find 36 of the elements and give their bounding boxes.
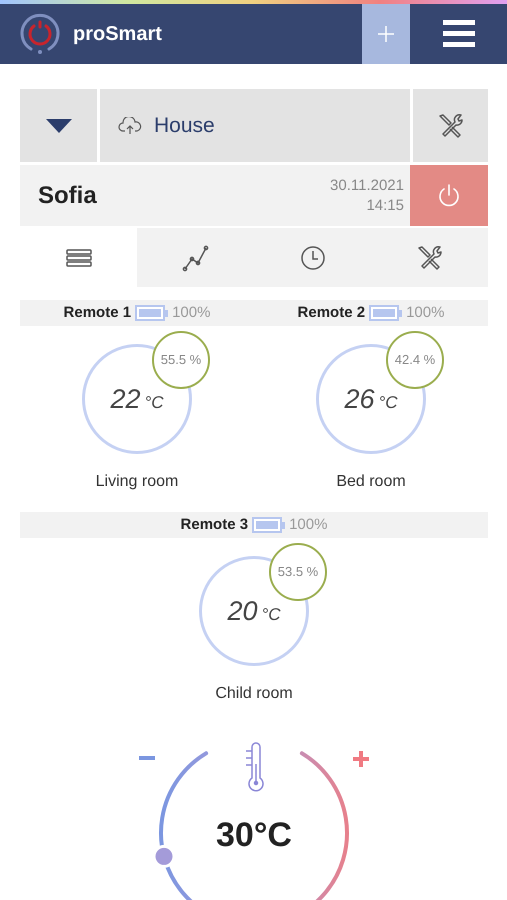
date-text: 30.11.2021 (330, 176, 404, 196)
list-icon (66, 248, 92, 268)
remote-name: Remote 2 (298, 302, 366, 323)
cloud-upload-icon (118, 116, 142, 134)
plus-icon[interactable] (353, 751, 369, 767)
remote-name: Remote 3 (180, 514, 248, 535)
location-name: House (154, 112, 215, 139)
plus-icon (377, 25, 395, 43)
humidity-badge: 42.4 % (386, 331, 444, 389)
humidity-badge: 53.5 % (269, 543, 327, 601)
room-name: Living room (96, 472, 178, 492)
line-chart-icon (182, 244, 210, 272)
app-title: proSmart (73, 22, 162, 47)
device-name: Sofia (38, 180, 97, 210)
room-name: Bed room (336, 472, 406, 492)
battery-reading: 100% (172, 302, 210, 323)
menu-icon (442, 20, 474, 48)
humidity-badge: 55.5 % (152, 331, 210, 389)
location-selector[interactable]: House (100, 89, 410, 162)
battery-reading: 100% (406, 302, 444, 323)
power-icon (437, 182, 461, 208)
dropdown-button[interactable] (20, 89, 97, 162)
tools-icon (436, 112, 464, 140)
add-button[interactable] (362, 4, 410, 64)
thermometer-icon (244, 742, 266, 792)
room-name: Child room (215, 684, 293, 704)
power-logo-icon (19, 13, 61, 55)
clock-icon (300, 244, 326, 270)
remote-name: Remote 1 (64, 302, 132, 323)
setpoint-reading: 30°C (215, 815, 293, 856)
dial-thumb[interactable] (154, 844, 176, 868)
battery-reading: 100% (289, 514, 328, 535)
time-text: 14:15 (366, 196, 404, 216)
caret-icon (46, 118, 72, 132)
tools-icon (416, 244, 444, 272)
settings-button[interactable] (413, 89, 488, 162)
